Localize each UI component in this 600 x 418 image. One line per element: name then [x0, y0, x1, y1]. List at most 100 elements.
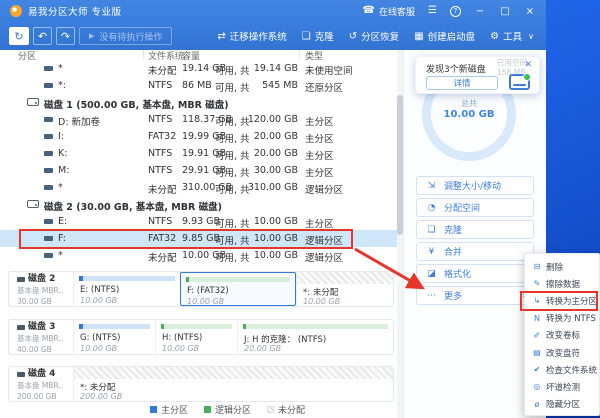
erase-data-icon: ✎ [533, 279, 541, 289]
partition-block-f-selected[interactable]: F: (FAT32) 10.00 GB [180, 272, 296, 306]
help-icon[interactable]: ? [450, 5, 461, 17]
menu-icon[interactable]: ☰ [428, 6, 437, 16]
allocate-space-button[interactable]: ◔ 分配空间 [416, 198, 534, 217]
more-icon: ⋯ [427, 290, 436, 301]
menu-item-change-letter[interactable]: ▤ 改变盘符 [525, 344, 599, 361]
table-row[interactable]: * 未分配 10.00 GB 可用, 共 10.00 GB 逻辑分区 [0, 247, 397, 264]
disk-icon [27, 98, 39, 106]
partition-icon [44, 236, 53, 241]
usage-total: 总共 10.00 GB [443, 99, 495, 120]
disk-dash-icon [17, 325, 25, 330]
format-button[interactable]: ◪ 格式化 [416, 264, 534, 283]
menu-item-bad-sector[interactable]: ◎ 坏道检测 [525, 378, 599, 395]
allocate-space-icon: ◔ [427, 202, 436, 213]
popup-title: 发现3个新磁盘 [426, 65, 486, 75]
menu-item-convert-primary[interactable]: ↳ 转换为主分区 [525, 292, 599, 309]
disk-label[interactable]: 磁盘 3 基本盘 MBR.. 40.00 GB [17, 323, 72, 353]
partition-block-j[interactable]: J: H 的克隆： (NTFS) 20.00 GB [237, 320, 393, 354]
redo-button[interactable]: ↷ [56, 27, 75, 45]
table-row[interactable]: I: FAT32 19.99 GB 可用, 共 20.00 GB 主分区 [0, 128, 397, 145]
table-row[interactable]: *: NTFS 86 MB 可用, 共 545 MB 还原分区 [0, 77, 397, 94]
play-icon: ▶ [89, 32, 95, 40]
resize-move-icon: ⇲ [427, 180, 436, 191]
partition-icon [44, 83, 53, 88]
table-row-selected[interactable]: F: FAT32 9.85 GB 可用, 共 10.00 GB 逻辑分区 [0, 230, 397, 247]
partition-block-g[interactable]: G: (NTFS) 10.00 GB [73, 320, 155, 354]
close-button[interactable]: × [524, 6, 536, 17]
toolbar: ↻ ↶ ↷ ▶ 没有待执行操作 ⇄ 迁移操作系统 ❏ 克隆 ↺ 分区恢复 ▦ 创… [0, 22, 546, 50]
refresh-button[interactable]: ↻ [9, 27, 29, 45]
usage-used: 已用空间 158 MB [497, 58, 527, 78]
bootable-media-button[interactable]: ▦ 创建启动盘 [414, 29, 476, 44]
partition-icon [44, 151, 53, 156]
unallocated-block[interactable]: *: 未分配 10.00 GB [296, 272, 393, 306]
partition-icon [44, 117, 53, 122]
maximize-button[interactable]: □ [499, 6, 511, 17]
chevron-down-icon: ∨ [528, 31, 534, 41]
unallocated-legend-icon [267, 406, 275, 413]
disk-icon [27, 200, 39, 208]
diskmap-disk3: 磁盘 3 基本盘 MBR.. 40.00 GB G: (NTFS) 10.00 … [8, 319, 394, 355]
disk-group-row[interactable]: 磁盘 1 (500.00 GB, 基本盘, MBR 磁盘) [0, 94, 397, 111]
migrate-os-button[interactable]: ⇄ 迁移操作系统 [217, 29, 286, 44]
menu-item-hide-partition[interactable]: ø 隐藏分区 [525, 396, 599, 413]
table-row[interactable]: * 未分配 19.14 GB 可用, 共 19.14 GB 未使用空间 [0, 60, 397, 77]
partition-block-e[interactable]: E: (NTFS) 10.00 GB [73, 272, 180, 306]
popup-detail-button[interactable]: 详情 [426, 76, 498, 90]
partition-legend: 主分区 逻辑分区 未分配 [150, 403, 305, 416]
table-row[interactable]: K: NTFS 19.91 GB 可用, 共 20.00 GB 主分区 [0, 145, 397, 162]
unallocated-block[interactable]: *: 未分配 200.00 GB [73, 367, 393, 401]
hatch-pattern [297, 272, 393, 284]
minimize-button[interactable]: − [474, 6, 486, 17]
clone-icon: ❏ [301, 30, 311, 42]
clone-button[interactable]: ❏ 克隆 [301, 29, 334, 44]
pending-operations-label: 没有待执行操作 [99, 32, 163, 43]
table-row[interactable]: E: NTFS 9.93 GB 可用, 共 10.00 GB 主分区 [0, 213, 397, 230]
menu-item-delete[interactable]: ⊟ 删除 [525, 258, 599, 275]
primary-legend-icon [150, 406, 157, 413]
partition-recovery-label: 分区恢复 [361, 32, 400, 43]
partition-icon [44, 185, 53, 190]
table-row[interactable]: * 未分配 310.00 GB 可用, 共 310.00 GB 逻辑分区 [0, 179, 397, 196]
resize-move-button[interactable]: ⇲ 调整大小/移动 [416, 176, 534, 195]
partition-icon [44, 253, 53, 258]
undo-button[interactable]: ↶ [33, 27, 52, 45]
scrollbar[interactable] [397, 50, 403, 418]
scrollbar-thumb[interactable] [397, 95, 403, 235]
partition-icon [44, 134, 53, 139]
disk-dash-icon [17, 372, 25, 377]
disk-dash-icon [17, 277, 25, 282]
tools-button[interactable]: ⚙ 工具 ∨ [490, 29, 534, 44]
partition-icon [44, 168, 53, 173]
trash-icon: ⊟ [533, 262, 541, 272]
merge-button[interactable]: ¥ 合并 [416, 242, 534, 261]
partition-block-h[interactable]: H: (NTFS) 10.00 GB [155, 320, 237, 354]
disk-group-row[interactable]: 磁盘 2 (30.00 GB, 基本盘, MBR 磁盘) [0, 196, 397, 213]
partition-icon [44, 219, 53, 224]
volume-label-icon: ✐ [533, 330, 541, 340]
clone-partition-button[interactable]: ❏ 克隆 [416, 220, 534, 239]
menu-item-check-filesystem[interactable]: ✔ 检查文件系统 [525, 361, 599, 378]
menu-item-change-label[interactable]: ✐ 改变卷标 [525, 327, 599, 344]
table-row[interactable]: D: 新加卷 NTFS 118.37 GB 可用, 共 120.00 GB 主分… [0, 111, 397, 128]
execute-operations-button[interactable]: ▶ 没有待执行操作 [79, 27, 173, 45]
table-row[interactable]: M: NTFS 29.91 GB 可用, 共 30.00 GB 主分区 [0, 162, 397, 179]
bootable-media-label: 创建启动盘 [427, 32, 476, 43]
menu-item-convert-ntfs[interactable]: N 转换为 NTFS [525, 310, 599, 327]
app-logo-icon [10, 5, 22, 17]
tools-icon: ⚙ [490, 30, 500, 42]
disk-label[interactable]: 磁盘 2 基本盘 MBR.. 30.00 GB [17, 275, 72, 305]
screen: 易我分区大师 专业版 ☎ 在线客服 ☰ ? − □ × ↻ ↶ ↷ ▶ 没有待执… [0, 0, 600, 418]
app-window: 易我分区大师 专业版 ☎ 在线客服 ☰ ? − □ × ↻ ↶ ↷ ▶ 没有待执… [0, 0, 546, 418]
more-button[interactable]: ⋯ 更多 › [416, 286, 534, 305]
diskmap-disk4: 磁盘 4 基本盘 MBR.. 200.00 GB *: 未分配 200.00 G… [8, 366, 394, 402]
partition-recovery-button[interactable]: ↺ 分区恢复 [349, 29, 400, 44]
online-support-button[interactable]: ☎ 在线客服 [363, 5, 415, 18]
partition-icon [44, 66, 53, 71]
convert-ntfs-icon: N [534, 313, 540, 323]
disk-label[interactable]: 磁盘 4 基本盘 MBR.. 200.00 GB [17, 370, 72, 400]
drive-letter-icon: ▤ [533, 348, 541, 358]
menu-item-erase-data[interactable]: ✎ 擦除数据 [525, 275, 599, 292]
bootable-media-icon: ▦ [414, 30, 424, 42]
hide-partition-icon: ø [534, 399, 540, 409]
